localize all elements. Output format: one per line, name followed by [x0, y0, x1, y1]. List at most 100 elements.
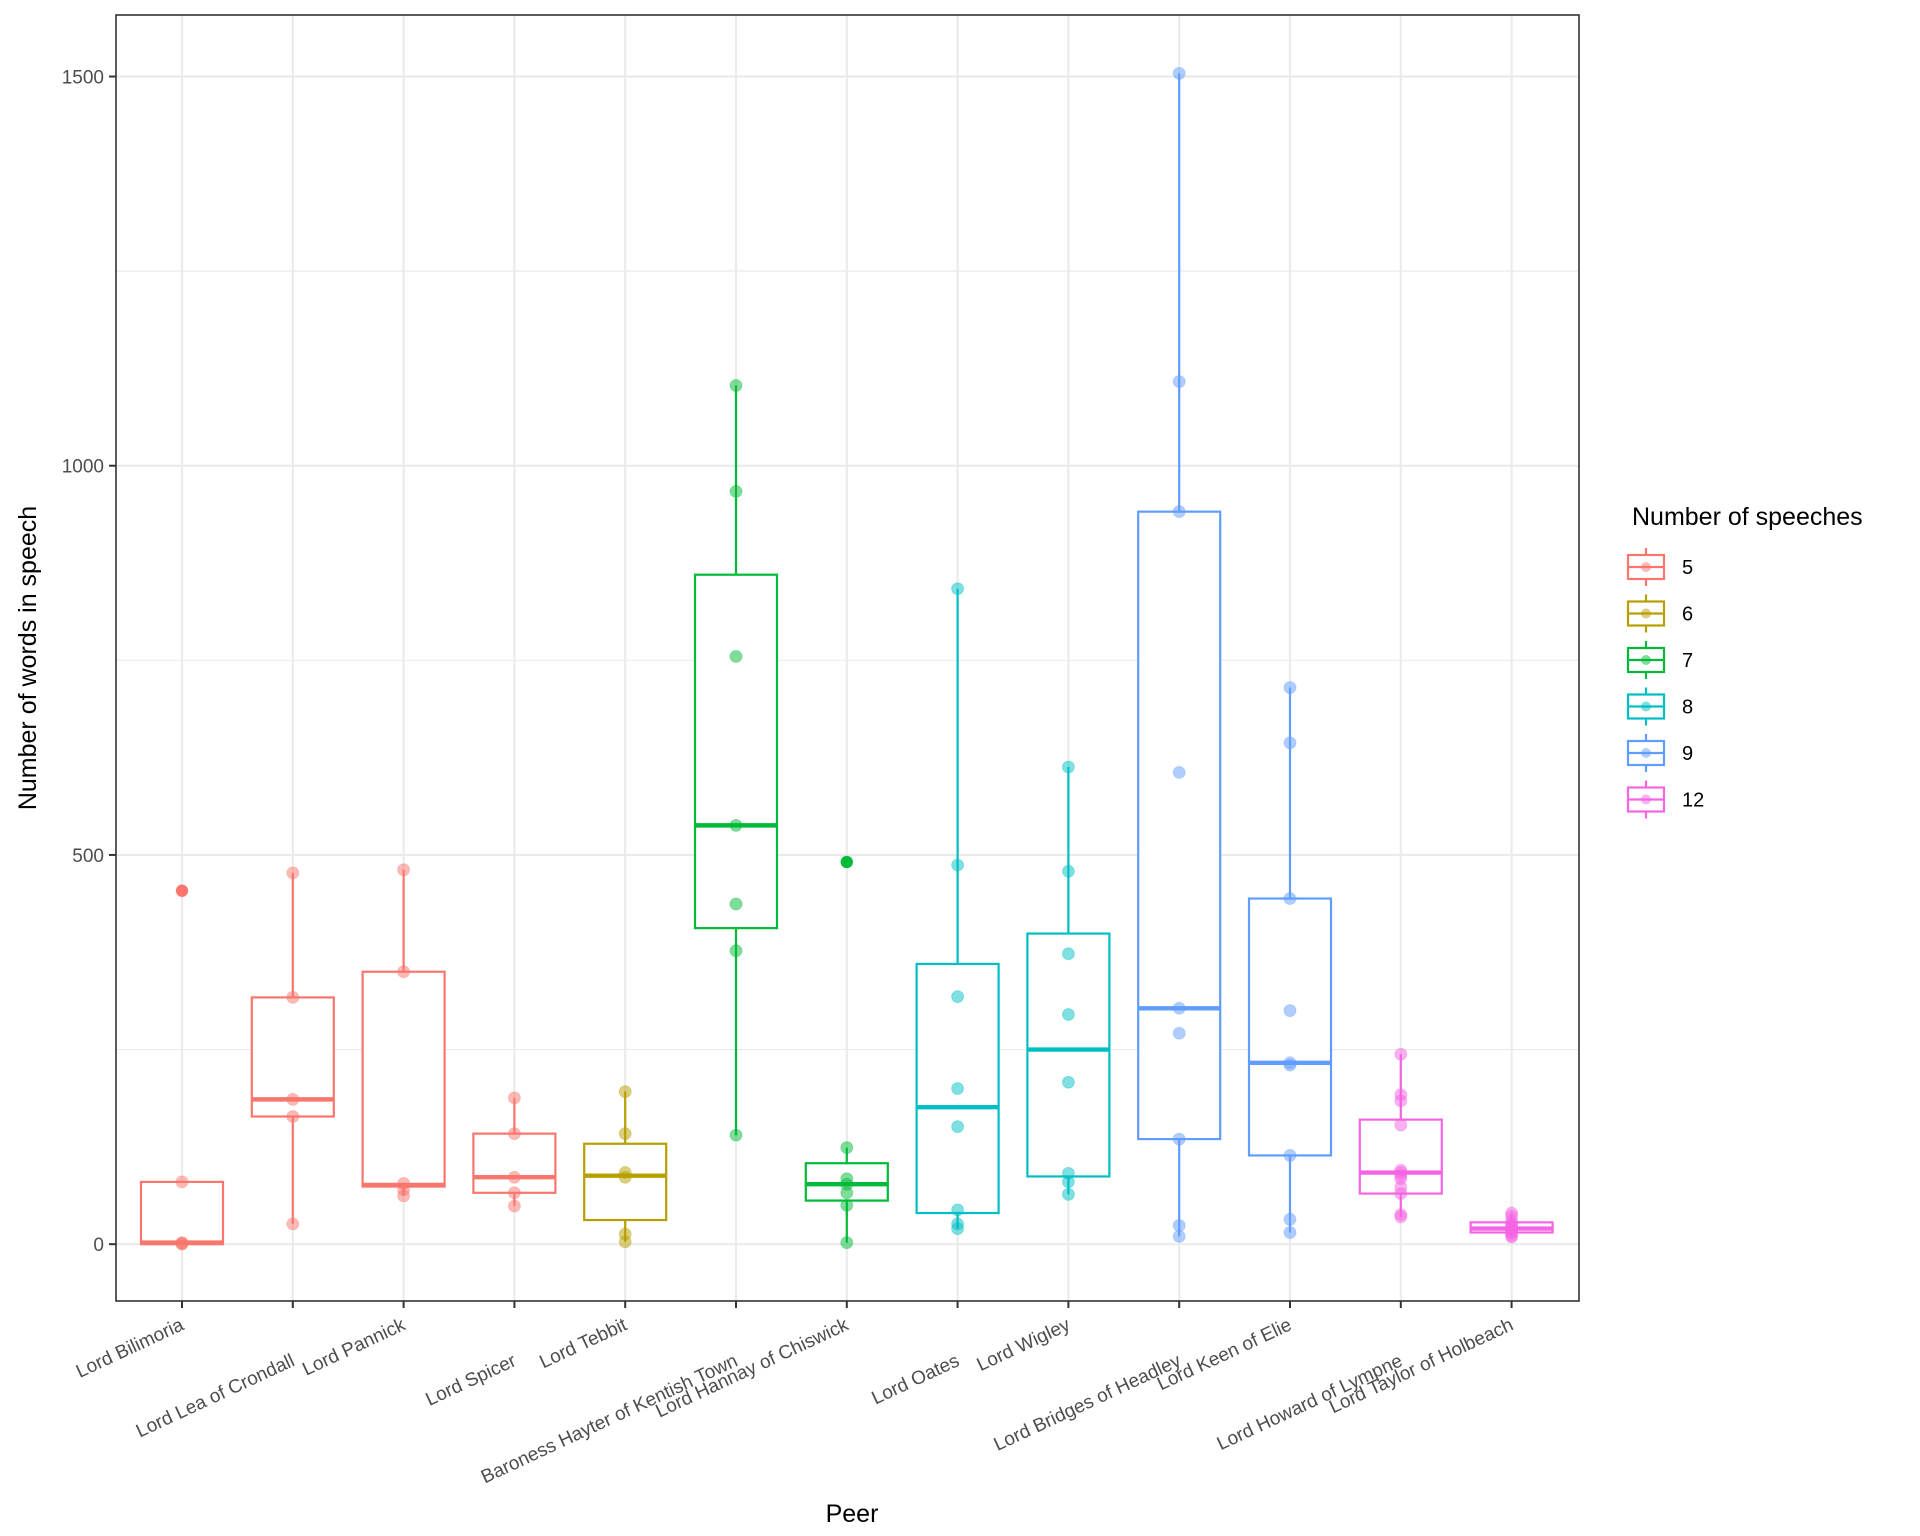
data-point	[1283, 1225, 1297, 1239]
data-point	[286, 866, 300, 880]
legend-label: 7	[1682, 650, 1693, 672]
y-tick-label: 1500	[62, 67, 104, 88]
x-tick-label: Lord Bilimoria	[73, 1314, 188, 1382]
box	[472, 1132, 557, 1194]
data-point	[175, 884, 189, 898]
legend-label: 9	[1682, 743, 1693, 765]
data-point	[729, 944, 743, 958]
data-point	[951, 990, 965, 1004]
legend-key-point	[1641, 608, 1651, 619]
data-point	[729, 484, 743, 498]
legend-item: 9	[1626, 734, 1693, 772]
data-point	[840, 1198, 854, 1212]
legend: Number of speeches 5 6 7 8 9 12	[1626, 503, 1863, 819]
x-tick-label: Lord Oates	[869, 1350, 963, 1409]
legend-key-point	[1641, 701, 1651, 712]
legend-label: 6	[1682, 604, 1693, 626]
legend-key-point	[1641, 794, 1651, 805]
data-point	[951, 582, 965, 596]
data-point	[618, 1235, 632, 1249]
data-point	[286, 990, 300, 1004]
x-tick-label: Lord Bridges of Headley	[991, 1350, 1185, 1455]
data-point	[397, 965, 411, 979]
legend-label: 8	[1682, 697, 1693, 719]
legend-key-point	[1641, 748, 1651, 758]
x-tick-label: Lord Lea of Crondall	[133, 1350, 298, 1442]
data-point	[397, 1189, 411, 1203]
data-point	[1061, 1187, 1075, 1201]
y-axis-title: Number of words in speech	[14, 506, 42, 810]
data-point	[618, 1127, 632, 1141]
x-tick-label: Baroness Hayter of Kentish Town	[478, 1350, 741, 1488]
legend-key-point	[1641, 655, 1651, 665]
data-point	[951, 858, 965, 872]
data-point	[1394, 1094, 1408, 1108]
data-point	[507, 1199, 521, 1213]
x-axis: Lord BilimoriaLord Lea of CrondallLord P…	[73, 1301, 1517, 1488]
data-point	[1394, 1047, 1408, 1061]
legend-item: 5	[1626, 548, 1693, 586]
data-point	[1283, 736, 1297, 750]
legend-item: 6	[1626, 594, 1693, 633]
data-point	[1061, 1075, 1075, 1089]
data-point	[286, 1092, 300, 1106]
y-tick-label: 0	[93, 1235, 104, 1256]
data-point	[951, 1203, 965, 1217]
data-point	[951, 1120, 965, 1134]
x-tick-label: Lord Howard of Lympne	[1214, 1350, 1406, 1454]
y-tick-label: 1000	[62, 457, 104, 478]
data-point	[397, 863, 411, 877]
data-point	[729, 818, 743, 832]
box	[139, 1180, 225, 1246]
data-point	[507, 1091, 521, 1105]
box	[1026, 932, 1111, 1178]
data-point	[729, 1128, 743, 1142]
data-point	[175, 1237, 189, 1251]
data-point	[1283, 1004, 1297, 1018]
legend-item: 8	[1626, 687, 1693, 726]
data-point	[507, 1127, 521, 1141]
boxplot-chart: 0 500 1000 1500 Lord BilimoriaLord Lea of C…	[14, 14, 1863, 1528]
x-tick-label: Lord Taylor of Holbeach	[1326, 1314, 1516, 1418]
legend-item: 7	[1626, 641, 1693, 679]
data-point	[1505, 1230, 1519, 1244]
data-point	[1283, 1212, 1297, 1226]
data-point	[1061, 947, 1075, 961]
box	[1247, 897, 1333, 1157]
data-point	[729, 649, 743, 663]
legend-label: 5	[1682, 557, 1693, 579]
data-point	[1283, 892, 1297, 906]
data-point	[840, 1177, 854, 1191]
data-point	[286, 1217, 300, 1231]
data-point	[1172, 765, 1186, 779]
data-point	[1172, 375, 1186, 389]
box	[693, 573, 779, 930]
data-point	[1061, 1008, 1075, 1022]
data-point	[729, 897, 743, 911]
x-tick-label: Lord Pannick	[299, 1314, 409, 1380]
data-point	[1283, 681, 1297, 695]
data-point	[1283, 1058, 1297, 1072]
y-tick-label: 500	[72, 846, 104, 867]
data-point	[951, 1081, 965, 1095]
data-point	[1394, 1187, 1408, 1201]
data-point	[507, 1186, 521, 1200]
data-point	[1172, 1229, 1186, 1243]
data-point	[1172, 1001, 1186, 1015]
data-point	[1394, 1210, 1408, 1224]
data-point	[1061, 1175, 1075, 1189]
data-point	[1283, 1148, 1297, 1162]
data-point	[286, 1110, 300, 1124]
x-axis-title: Peer	[826, 1500, 879, 1528]
data-point	[1172, 1218, 1186, 1232]
legend-item: 12	[1626, 780, 1704, 819]
y-axis: 0 500 1000 1500	[62, 67, 116, 1256]
data-point	[840, 1236, 854, 1250]
legend-key-point	[1641, 562, 1651, 572]
x-tick-label: Lord Hannay of Chiswick	[653, 1314, 853, 1422]
legend-title: Number of speeches	[1632, 503, 1863, 531]
data-point	[175, 1175, 189, 1189]
x-tick-label: Lord Spicer	[423, 1350, 521, 1410]
data-point	[840, 1141, 854, 1155]
data-point	[951, 1222, 965, 1236]
